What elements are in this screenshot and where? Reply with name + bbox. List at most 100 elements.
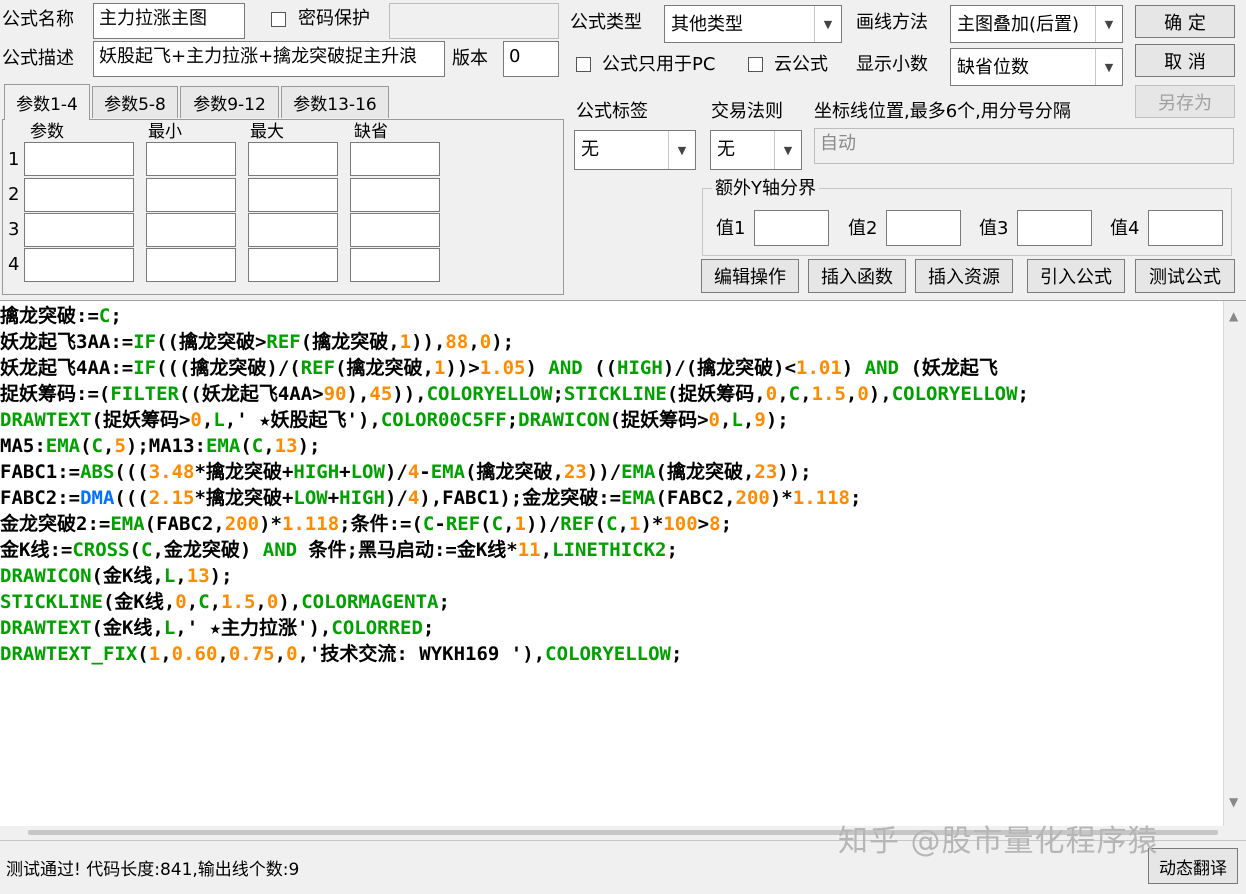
code-token: LOW	[350, 461, 385, 483]
param-header-name: 参数	[30, 122, 64, 142]
save-as-button[interactable]: 另存为	[1135, 85, 1235, 118]
test-formula-button[interactable]: 测试公式	[1135, 259, 1235, 293]
code-token: ,	[720, 409, 732, 431]
param-2-default-input[interactable]	[350, 178, 440, 212]
triangle-up-icon[interactable]: ▲	[1229, 309, 1238, 323]
cloud-formula-checkbox[interactable]	[748, 57, 763, 72]
code-line[interactable]: DRAWTEXT(金K线,L,' ★主力拉涨'),COLORRED;	[0, 615, 434, 641]
formula-tag-label: 公式标签	[576, 101, 648, 122]
decimal-select[interactable]: 缺省位数 ▼	[950, 48, 1123, 86]
code-line[interactable]: DRAWTEXT(捉妖筹码>0,L,' ★妖股起飞'),COLOR00C5FF;…	[0, 407, 789, 433]
version-input[interactable]: 0	[503, 41, 559, 77]
formula-tag-select[interactable]: 无 ▼	[574, 130, 696, 170]
code-token: DRAWICON	[0, 565, 92, 587]
code-token: ,	[209, 591, 222, 613]
triangle-down-icon[interactable]: ▼	[1229, 795, 1238, 809]
tab-params-13-16[interactable]: 参数13-16	[281, 86, 389, 118]
code-token: C	[98, 305, 111, 327]
param-3-name-input[interactable]	[24, 213, 134, 247]
chevron-down-icon[interactable]: ▼	[1095, 6, 1122, 42]
param-3-default-input[interactable]	[350, 213, 440, 247]
value3-label: 值3	[979, 218, 1009, 239]
param-2-name-input[interactable]	[24, 178, 134, 212]
code-line[interactable]: 妖龙起飞3AA:=IF((擒龙突破>REF(擒龙突破,1)),88,0);	[0, 329, 514, 355]
code-token: IF	[133, 357, 157, 379]
axis-position-input[interactable]: 自动	[814, 128, 1234, 164]
pc-only-checkbox[interactable]	[576, 57, 591, 72]
code-token: ,	[217, 643, 229, 665]
code-token: 2.15	[148, 487, 195, 509]
code-line[interactable]: 金龙突破2:=EMA(FABC2,200)*1.118;条件:=(C-REF(C…	[0, 511, 732, 537]
chevron-down-icon[interactable]: ▼	[774, 131, 801, 169]
chevron-down-icon[interactable]: ▼	[668, 131, 695, 169]
code-token: COLORYELLOW	[426, 383, 553, 405]
code-token: C	[198, 591, 210, 613]
param-4-min-input[interactable]	[146, 248, 236, 282]
param-2-min-input[interactable]	[146, 178, 236, 212]
param-4-default-input[interactable]	[350, 248, 440, 282]
code-token: (	[240, 435, 252, 457]
code-token: -	[419, 461, 431, 483]
chevron-down-icon[interactable]: ▼	[1095, 49, 1122, 85]
password-protect-checkbox[interactable]	[271, 12, 286, 27]
formula-name-input[interactable]: 主力拉涨主图	[93, 3, 245, 39]
param-1-max-input[interactable]	[248, 142, 338, 176]
formula-desc-input[interactable]: 妖股起飞+主力拉涨+擒龙突破捉主升浪	[93, 41, 445, 77]
code-token: 1.01	[796, 357, 842, 379]
value4-input[interactable]	[1148, 210, 1223, 246]
code-token: 0	[708, 409, 720, 431]
param-1-name-input[interactable]	[24, 142, 134, 176]
param-1-min-input[interactable]	[146, 142, 236, 176]
formula-type-select[interactable]: 其他类型 ▼	[664, 5, 842, 43]
param-4-max-input[interactable]	[248, 248, 338, 282]
code-token: 88	[445, 331, 469, 353]
code-token: FABC1:=	[0, 461, 81, 483]
password-input[interactable]	[389, 3, 559, 39]
code-line[interactable]: DRAWTEXT_FIX(1,0.60,0.75,0,'技术交流: WYKH16…	[0, 641, 682, 667]
param-2-max-input[interactable]	[248, 178, 338, 212]
value2-input[interactable]	[886, 210, 961, 246]
code-token: ;	[720, 513, 733, 535]
code-line[interactable]: STICKLINE(金K线,0,C,1.5,0),COLORMAGENTA;	[0, 589, 450, 615]
chevron-down-icon[interactable]: ▼	[814, 6, 841, 42]
password-protect-label: 密码保护	[298, 8, 370, 29]
param-4-name-input[interactable]	[24, 248, 134, 282]
code-token: L	[163, 617, 176, 639]
value3-input[interactable]	[1017, 210, 1092, 246]
code-line[interactable]: DRAWICON(金K线,L,13);	[0, 563, 233, 589]
code-line[interactable]: 捉妖筹码:=(FILTER((妖龙起飞4AA>90),45)),COLORYEL…	[0, 381, 1029, 407]
code-line[interactable]: 妖龙起飞4AA:=IF(((擒龙突破)/(REF(擒龙突破,1))>1.05) …	[0, 355, 998, 381]
tab-params-5-8[interactable]: 参数5-8	[92, 86, 178, 118]
code-token: HIGH	[339, 487, 385, 509]
import-formula-button[interactable]: 引入公式	[1027, 259, 1125, 293]
param-1-default-input[interactable]	[350, 142, 440, 176]
code-editor[interactable]: 擒龙突破:=C; 妖龙起飞3AA:=IF((擒龙突破>REF(擒龙突破,1)),8…	[0, 300, 1246, 827]
value1-input[interactable]	[754, 210, 829, 246]
vertical-scrollbar[interactable]: ▲ ▼	[1223, 301, 1246, 827]
code-token: LINETHICK2	[552, 539, 667, 561]
dynamic-translate-button[interactable]: 动态翻译	[1148, 848, 1238, 884]
tab-params-9-12[interactable]: 参数9-12	[180, 86, 279, 118]
param-3-min-input[interactable]	[146, 213, 236, 247]
code-token: 5	[114, 435, 126, 457]
extra-y-axis-title: 额外Y轴分界	[712, 178, 819, 200]
code-line[interactable]: MA5:EMA(C,5);MA13:EMA(C,13);	[0, 433, 320, 459]
code-token: AND	[262, 539, 298, 561]
insert-resource-button[interactable]: 插入资源	[915, 259, 1013, 293]
trade-rule-select[interactable]: 无 ▼	[710, 130, 802, 170]
code-token: 1	[433, 357, 446, 379]
code-token: 0	[765, 383, 778, 405]
tab-params-1-4[interactable]: 参数1-4	[4, 84, 90, 120]
code-line[interactable]: FABC1:=ABS(((3.48*擒龙突破+HIGH+LOW)/4-EMA(擒…	[0, 459, 812, 485]
code-token: (	[80, 435, 92, 457]
code-line[interactable]: FABC2:=DMA(((2.15*擒龙突破+LOW+HIGH)/4),FABC…	[0, 485, 861, 511]
cancel-button[interactable]: 取 消	[1135, 44, 1235, 77]
insert-function-button[interactable]: 插入函数	[808, 259, 906, 293]
ok-button[interactable]: 确 定	[1135, 5, 1235, 38]
draw-method-select[interactable]: 主图叠加(后置) ▼	[950, 5, 1123, 43]
code-line[interactable]: 擒龙突破:=C;	[0, 303, 122, 329]
code-token: ));	[777, 461, 812, 483]
code-line[interactable]: 金K线:=CROSS(C,金龙突破) AND 条件;黑马启动:=金K线*11,L…	[0, 537, 678, 563]
edit-ops-button[interactable]: 编辑操作	[701, 259, 799, 293]
param-3-max-input[interactable]	[248, 213, 338, 247]
